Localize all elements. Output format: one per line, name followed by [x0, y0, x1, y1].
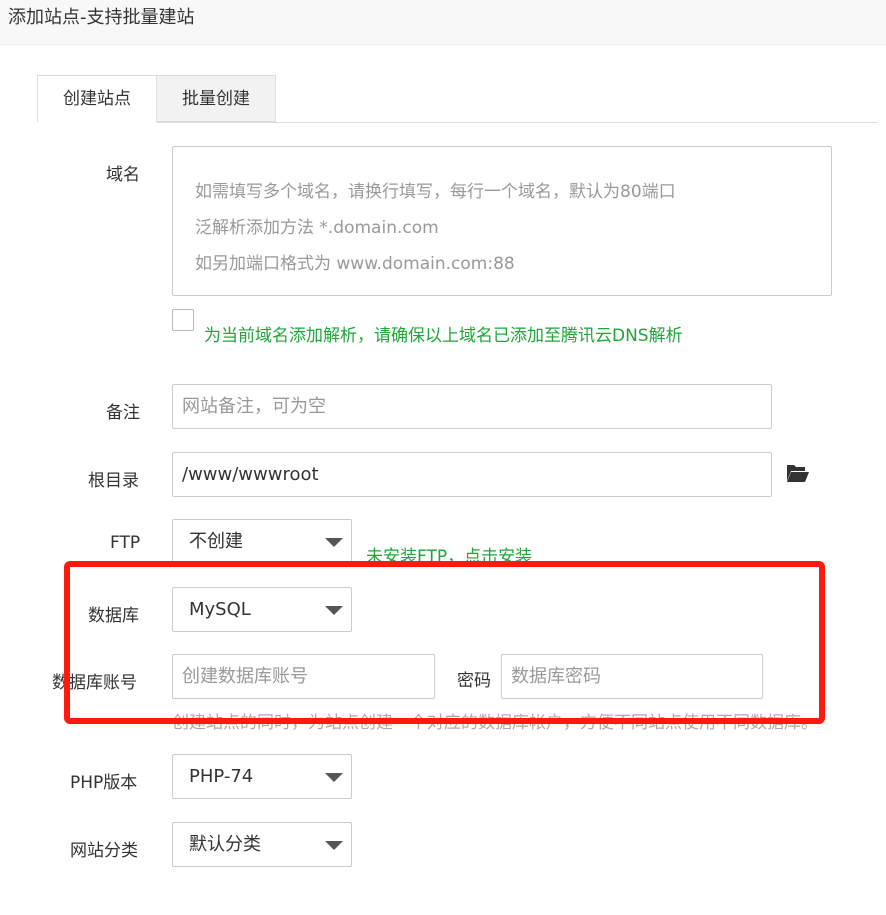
ftp-selected: 不创建	[189, 531, 243, 552]
php-version-select[interactable]: PHP-74	[172, 754, 352, 799]
root-dir-label: 根目录	[88, 471, 139, 491]
dns-resolve-label[interactable]: 为当前域名添加解析，请确保以上域名已添加至腾讯云DNS解析	[204, 321, 683, 346]
domain-label: 域名	[106, 165, 140, 185]
site-category-label: 网站分类	[70, 841, 138, 861]
domain-textarea[interactable]: 如需填写多个域名，请换行填写，每行一个域名，默认为80端口 泛解析添加方法 *.…	[172, 146, 832, 296]
root-dir-value: /www/wwwroot	[182, 464, 319, 485]
tabs-divider	[37, 122, 877, 123]
chevron-down-icon	[325, 773, 343, 782]
domain-placeholder-line: 泛解析添加方法 *.domain.com	[195, 218, 439, 238]
folder-open-icon[interactable]	[786, 462, 810, 484]
dialog-title: 添加站点-支持批量建站	[8, 7, 195, 28]
remark-input[interactable]: 网站备注，可为空	[172, 384, 772, 429]
highlight-box	[64, 561, 825, 724]
root-dir-input[interactable]: /www/wwwroot	[172, 452, 772, 497]
php-version-selected: PHP-74	[189, 766, 254, 787]
dialog-titlebar: 添加站点-支持批量建站	[0, 0, 886, 45]
domain-placeholder-line: 如需填写多个域名，请换行填写，每行一个域名，默认为80端口	[195, 182, 676, 202]
chevron-down-icon	[325, 841, 343, 850]
site-category-select[interactable]: 默认分类	[172, 822, 352, 867]
ftp-select[interactable]: 不创建	[172, 519, 352, 564]
remark-placeholder: 网站备注，可为空	[182, 396, 326, 417]
tab-create-site[interactable]: 创建站点	[37, 75, 157, 123]
site-category-selected: 默认分类	[189, 834, 261, 855]
php-version-label: PHP版本	[70, 773, 138, 793]
domain-placeholder: 如需填写多个域名，请换行填写，每行一个域名，默认为80端口 泛解析添加方法 *.…	[195, 174, 676, 282]
dns-resolve-checkbox[interactable]	[172, 309, 194, 331]
tab-batch-create[interactable]: 批量创建	[156, 75, 276, 122]
ftp-label: FTP	[110, 533, 141, 553]
chevron-down-icon	[325, 538, 343, 547]
remark-label: 备注	[106, 403, 140, 423]
domain-placeholder-line: 如另加端口格式为 www.domain.com:88	[195, 254, 515, 274]
